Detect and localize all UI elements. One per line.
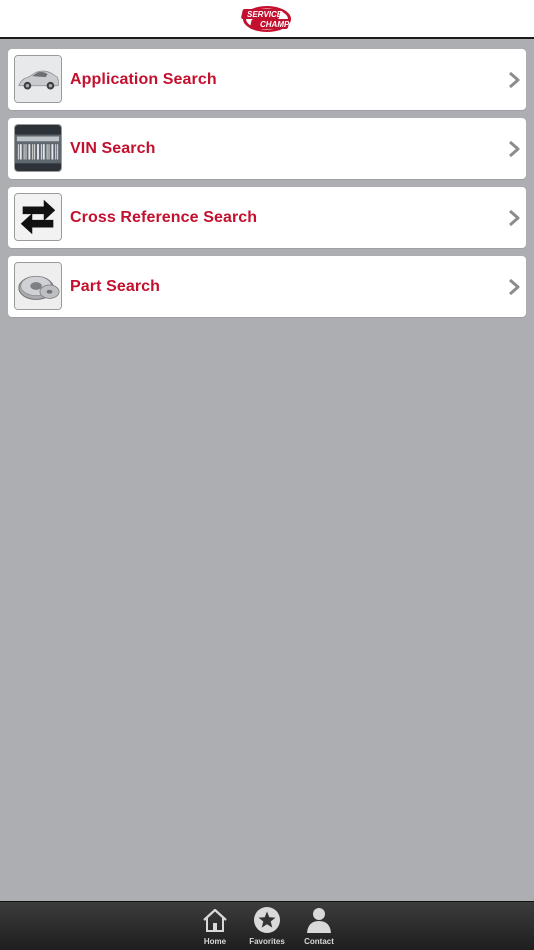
home-icon bbox=[203, 908, 227, 932]
cross-reference-search-row[interactable]: Cross Reference Search bbox=[8, 187, 526, 248]
tab-label: Favorites bbox=[249, 937, 285, 946]
svg-text:CHAMP: CHAMP bbox=[260, 20, 290, 29]
chevron-right-icon bbox=[508, 278, 520, 296]
tab-contact[interactable]: Contact bbox=[294, 906, 344, 948]
application-search-row[interactable]: Application Search bbox=[8, 49, 526, 110]
chevron-right-icon bbox=[508, 209, 520, 227]
row-label: Part Search bbox=[70, 278, 161, 295]
star-icon bbox=[254, 907, 280, 933]
row-label: VIN Search bbox=[70, 140, 156, 157]
svg-text:SERVICE: SERVICE bbox=[247, 10, 283, 19]
tab-favorites[interactable]: Favorites bbox=[242, 906, 292, 948]
tab-label: Home bbox=[203, 937, 227, 946]
part-search-row[interactable]: Part Search bbox=[8, 256, 526, 317]
vin-search-row[interactable]: VIN Search bbox=[8, 118, 526, 179]
row-label: Application Search bbox=[70, 71, 217, 88]
person-icon bbox=[307, 908, 331, 933]
row-label: Cross Reference Search bbox=[70, 209, 258, 226]
tab-label: Contact bbox=[304, 937, 334, 946]
app-header: SERVICE CHAMP bbox=[0, 0, 534, 39]
chevron-right-icon bbox=[508, 71, 520, 89]
service-champ-logo: SERVICE CHAMP bbox=[241, 4, 293, 34]
swap-arrows-icon bbox=[14, 193, 62, 241]
bottom-tab-bar: Home Favorites Contact bbox=[0, 901, 534, 950]
tab-home[interactable]: Home bbox=[190, 906, 240, 948]
chevron-right-icon bbox=[508, 140, 520, 158]
car-icon bbox=[14, 55, 62, 103]
search-menu: Application Search VIN Search Cross Refe… bbox=[8, 49, 526, 325]
brake-rotor-icon bbox=[14, 262, 62, 310]
barcode-icon bbox=[14, 124, 62, 172]
